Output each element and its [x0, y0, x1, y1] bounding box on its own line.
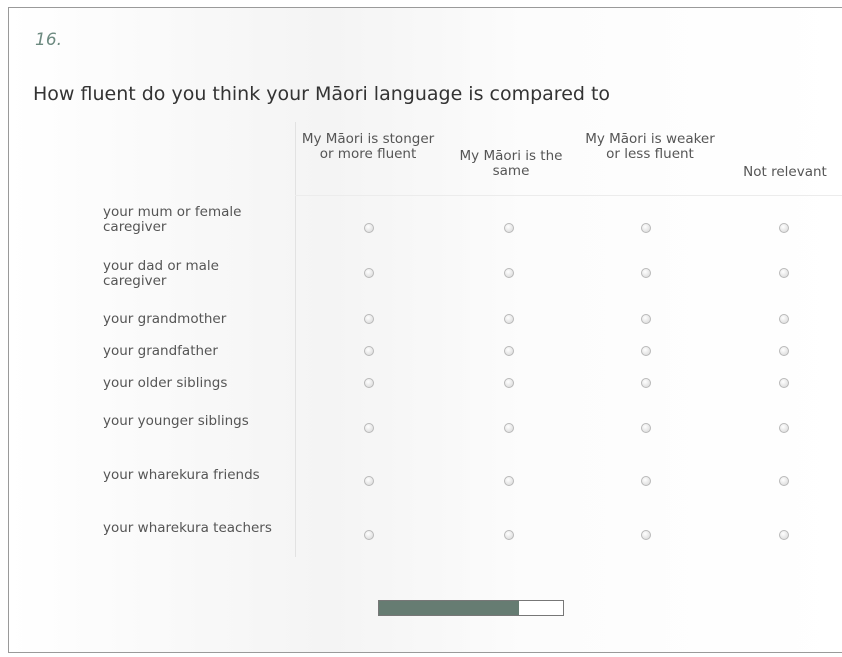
progress-bar-fill — [379, 601, 519, 615]
radio-option[interactable] — [779, 378, 789, 388]
radio-option[interactable] — [641, 476, 651, 486]
radio-option[interactable] — [364, 346, 374, 356]
radio-option[interactable] — [364, 268, 374, 278]
row-label: your younger siblings — [103, 413, 249, 429]
row-label: your grandmother — [103, 311, 227, 327]
column-header: My Māori is weaker or less fluent — [585, 131, 715, 162]
radio-option[interactable] — [641, 223, 651, 233]
radio-option[interactable] — [641, 423, 651, 433]
radio-option[interactable] — [504, 530, 514, 540]
radio-option[interactable] — [364, 530, 374, 540]
radio-option[interactable] — [641, 268, 651, 278]
radio-option[interactable] — [364, 378, 374, 388]
radio-option[interactable] — [779, 223, 789, 233]
row-label: your older siblings — [103, 375, 228, 391]
radio-option[interactable] — [641, 378, 651, 388]
column-header: My Māori is stonger or more fluent — [301, 131, 435, 162]
question-matrix: 16. How fluent do you think your Māori l… — [0, 0, 842, 657]
radio-option[interactable] — [779, 268, 789, 278]
radio-option[interactable] — [504, 346, 514, 356]
radio-option[interactable] — [504, 476, 514, 486]
radio-option[interactable] — [364, 476, 374, 486]
radio-option[interactable] — [641, 346, 651, 356]
radio-option[interactable] — [779, 530, 789, 540]
header-divider — [295, 195, 842, 196]
radio-option[interactable] — [779, 476, 789, 486]
radio-option[interactable] — [504, 223, 514, 233]
column-header: Not relevant — [743, 164, 827, 180]
radio-option[interactable] — [504, 314, 514, 324]
progress-bar — [378, 600, 564, 616]
radio-option[interactable] — [779, 423, 789, 433]
row-label: your grandfather — [103, 343, 218, 359]
radio-option[interactable] — [504, 423, 514, 433]
row-label-divider — [295, 122, 296, 557]
radio-option[interactable] — [779, 314, 789, 324]
radio-option[interactable] — [364, 223, 374, 233]
row-label: your wharekura teachers — [103, 520, 272, 536]
question-number: 16. — [35, 30, 63, 50]
radio-option[interactable] — [641, 314, 651, 324]
radio-option[interactable] — [364, 314, 374, 324]
radio-option[interactable] — [504, 268, 514, 278]
radio-option[interactable] — [641, 530, 651, 540]
radio-option[interactable] — [504, 378, 514, 388]
row-label: your dad or male caregiver — [103, 258, 219, 289]
row-label: your mum or female caregiver — [103, 204, 242, 235]
question-text: How fluent do you think your Māori langu… — [33, 83, 611, 105]
radio-option[interactable] — [779, 346, 789, 356]
row-label: your wharekura friends — [103, 467, 260, 483]
column-header: My Māori is the same — [459, 148, 563, 179]
radio-option[interactable] — [364, 423, 374, 433]
